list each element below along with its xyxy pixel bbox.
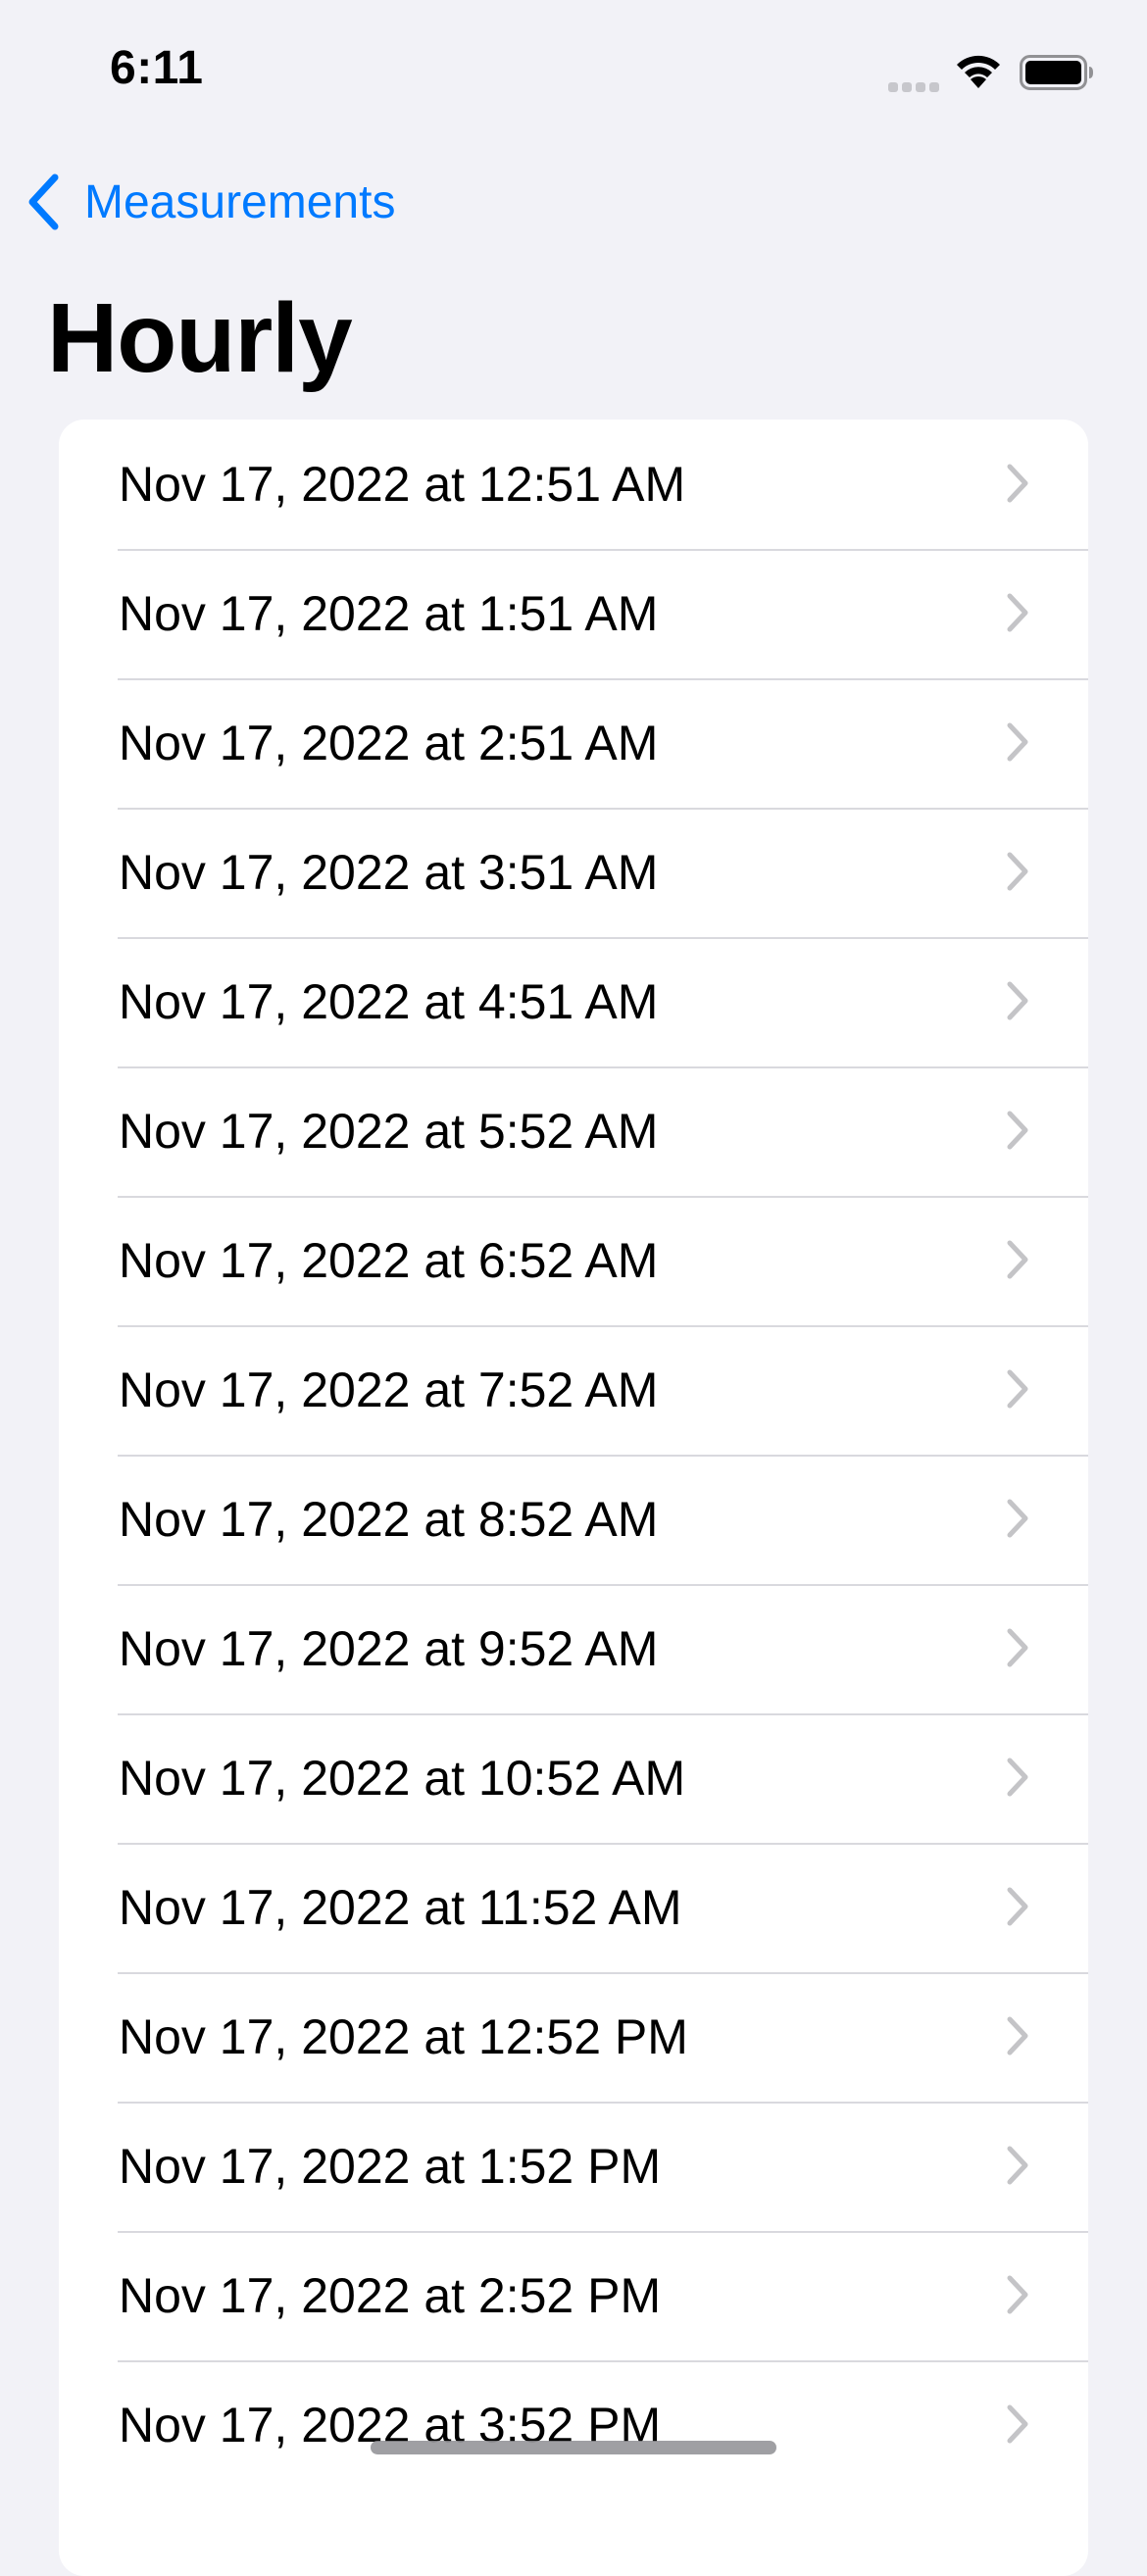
cellular-signal-icon <box>888 82 939 92</box>
status-bar: 6:11 <box>0 0 1147 137</box>
chevron-right-icon <box>1007 2404 1028 2444</box>
chevron-right-icon <box>1007 2146 1028 2185</box>
list-item-label: Nov 17, 2022 at 12:51 AM <box>119 457 686 512</box>
list-item-label: Nov 17, 2022 at 2:51 AM <box>119 716 659 770</box>
list-item[interactable]: Nov 17, 2022 at 6:52 AM <box>59 1196 1088 1325</box>
list-item[interactable]: Nov 17, 2022 at 12:52 PM <box>59 1972 1088 2102</box>
list-item[interactable]: Nov 17, 2022 at 2:52 PM <box>59 2231 1088 2360</box>
list-item-label: Nov 17, 2022 at 5:52 AM <box>119 1104 659 1159</box>
chevron-right-icon <box>1007 1628 1028 1667</box>
list-item-label: Nov 17, 2022 at 2:52 PM <box>119 2268 662 2323</box>
list-item-label: Nov 17, 2022 at 1:52 PM <box>119 2139 662 2194</box>
chevron-right-icon <box>1007 2016 1028 2056</box>
list-item[interactable]: Nov 17, 2022 at 2:51 AM <box>59 678 1088 808</box>
list-item-label: Nov 17, 2022 at 9:52 AM <box>119 1621 659 1676</box>
list-item-label: Nov 17, 2022 at 3:51 AM <box>119 845 659 900</box>
list-item[interactable]: Nov 17, 2022 at 4:51 AM <box>59 937 1088 1066</box>
chevron-right-icon <box>1007 1887 1028 1926</box>
chevron-left-icon <box>28 173 59 230</box>
list-item-label: Nov 17, 2022 at 11:52 AM <box>119 1880 682 1935</box>
chevron-right-icon <box>1007 1240 1028 1279</box>
list-item[interactable]: Nov 17, 2022 at 1:52 PM <box>59 2102 1088 2231</box>
wifi-icon <box>957 55 1000 88</box>
list-item[interactable]: Nov 17, 2022 at 3:52 PM <box>59 2360 1088 2490</box>
chevron-right-icon <box>1007 852 1028 891</box>
chevron-right-icon <box>1007 722 1028 762</box>
list-item[interactable]: Nov 17, 2022 at 9:52 AM <box>59 1584 1088 1713</box>
back-button[interactable]: Measurements <box>25 173 395 231</box>
chevron-right-icon <box>1007 464 1028 503</box>
list-item-label: Nov 17, 2022 at 4:51 AM <box>119 974 659 1029</box>
list-item-label: Nov 17, 2022 at 7:52 AM <box>119 1362 659 1417</box>
list-item[interactable]: Nov 17, 2022 at 8:52 AM <box>59 1455 1088 1584</box>
list-item-label: Nov 17, 2022 at 10:52 AM <box>119 1751 686 1806</box>
chevron-right-icon <box>1007 1758 1028 1797</box>
home-indicator[interactable] <box>371 2441 776 2454</box>
list-item-label: Nov 17, 2022 at 12:52 PM <box>119 2009 688 2064</box>
list-item-label: Nov 17, 2022 at 1:51 AM <box>119 586 659 641</box>
list-item[interactable]: Nov 17, 2022 at 3:51 AM <box>59 808 1088 937</box>
chevron-right-icon <box>1007 1499 1028 1538</box>
list-item-label: Nov 17, 2022 at 6:52 AM <box>119 1233 659 1288</box>
chevron-right-icon <box>1007 2275 1028 2314</box>
list-item[interactable]: Nov 17, 2022 at 7:52 AM <box>59 1325 1088 1455</box>
chevron-right-icon <box>1007 981 1028 1020</box>
list-item[interactable]: Nov 17, 2022 at 12:51 AM <box>59 420 1088 549</box>
page-title: Hourly <box>47 283 353 393</box>
chevron-right-icon <box>1007 593 1028 632</box>
list-item[interactable]: Nov 17, 2022 at 1:51 AM <box>59 549 1088 678</box>
battery-icon <box>1020 55 1093 90</box>
measurement-list: Nov 17, 2022 at 12:51 AM Nov 17, 2022 at … <box>59 420 1088 2576</box>
chevron-right-icon <box>1007 1111 1028 1150</box>
list-item[interactable]: Nov 17, 2022 at 11:52 AM <box>59 1843 1088 1972</box>
chevron-right-icon <box>1007 1369 1028 1409</box>
status-time: 6:11 <box>110 42 204 94</box>
list-item-label: Nov 17, 2022 at 8:52 AM <box>119 1492 659 1547</box>
list-item[interactable]: Nov 17, 2022 at 5:52 AM <box>59 1066 1088 1196</box>
back-button-label: Measurements <box>84 175 396 228</box>
list-item[interactable]: Nov 17, 2022 at 10:52 AM <box>59 1713 1088 1843</box>
